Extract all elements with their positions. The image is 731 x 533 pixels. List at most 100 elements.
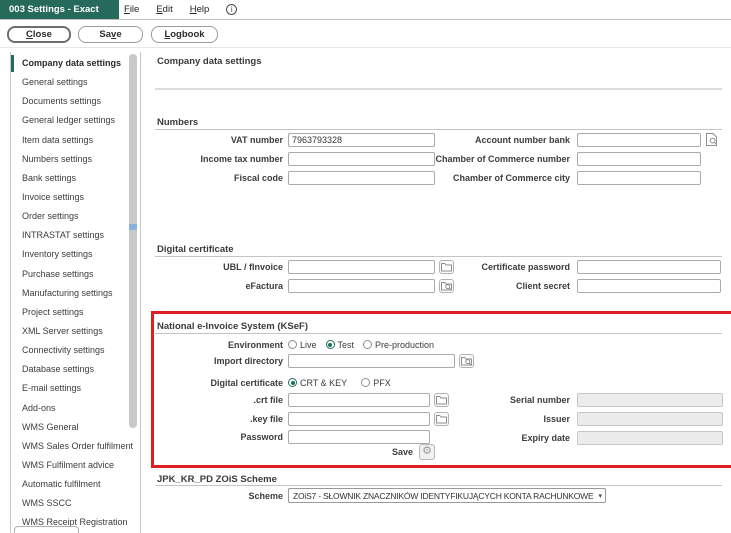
- sidebar-item-numbers-settings[interactable]: Numbers settings: [11, 150, 128, 169]
- environment-row: Environment Live Test Pre-production: [155, 337, 434, 352]
- sidebar-scrollbar[interactable]: [129, 54, 137, 428]
- sidebar-item-company-data-settings[interactable]: Company data settings: [11, 54, 128, 73]
- sidebar-item-database-settings[interactable]: Database settings: [11, 360, 128, 379]
- scheme-select[interactable]: ZOiS7 - SŁOWNIK ZNACZNIKÓW IDENTYFIKUJĄC…: [288, 488, 606, 503]
- scheme-selected-value: ZOiS7 - SŁOWNIK ZNACZNIKÓW IDENTYFIKUJĄC…: [293, 491, 596, 501]
- certificate-type-label: Digital certificate: [155, 378, 283, 388]
- sidebar-item-item-data-settings[interactable]: Item data settings: [11, 131, 128, 150]
- coc-city-input[interactable]: [577, 171, 701, 185]
- radio-environment-pre-production[interactable]: Pre-production: [363, 340, 434, 350]
- client-secret-row: Client secret: [400, 278, 721, 293]
- sidebar-item-wms-sscc[interactable]: WMS SSCC: [11, 494, 128, 513]
- numbers-section-rule: [155, 129, 722, 130]
- save-button[interactable]: Save: [78, 26, 143, 43]
- ksef-password-row: Password: [155, 429, 430, 444]
- menu-file[interactable]: File: [124, 4, 139, 15]
- save-button-pre: Sa: [99, 29, 111, 40]
- radio-label-test: Test: [338, 340, 355, 350]
- digital-certificate-section-rule: [155, 256, 722, 257]
- sidebar-item-wms-fulfilment-advice[interactable]: WMS Fulfilment advice: [11, 456, 128, 475]
- sidebar-item-general-settings[interactable]: General settings: [11, 73, 128, 92]
- radio-environment-live[interactable]: Live: [288, 340, 317, 350]
- expiry-date-label: Expiry date: [400, 433, 570, 443]
- certificate-password-label: Certificate password: [400, 262, 570, 272]
- header-divider: [155, 88, 722, 90]
- ksef-save-button[interactable]: ⚙: [419, 444, 435, 460]
- expiry-date-row: Expiry date: [400, 430, 723, 445]
- income-tax-label: Income tax number: [155, 154, 283, 164]
- digital-certificate-section-title: Digital certificate: [157, 244, 234, 255]
- sidebar-item-general-ledger-settings[interactable]: General ledger settings: [11, 111, 128, 130]
- radio-label-crt-key: CRT & KEY: [300, 378, 347, 388]
- sidebar-list: Company data settings General settings D…: [11, 54, 128, 533]
- expiry-date-input: [577, 431, 723, 445]
- serial-number-input: [577, 393, 723, 407]
- radio-pfx[interactable]: PFX: [361, 378, 391, 388]
- import-directory-folder-search-button[interactable]: [459, 354, 474, 368]
- gear-icon: ⚙: [422, 446, 432, 457]
- sidebar-item-manufacturing-settings[interactable]: Manufacturing settings: [11, 284, 128, 303]
- import-directory-label: Import directory: [155, 356, 283, 366]
- crt-file-label: .crt file: [155, 395, 283, 405]
- menu-help-key: H: [190, 4, 197, 15]
- partial-bottom-control[interactable]: [14, 526, 79, 533]
- sidebar-item-email-settings[interactable]: E-mail settings: [11, 379, 128, 398]
- close-button-key: C: [26, 29, 33, 40]
- radio-circle-test: [326, 340, 335, 349]
- certificate-password-input[interactable]: [577, 260, 721, 274]
- vat-number-row: VAT number: [155, 132, 435, 147]
- sidebar-item-connectivity-settings[interactable]: Connectivity settings: [11, 341, 128, 360]
- menu-file-rest: ile: [130, 4, 140, 15]
- sidebar-item-invoice-settings[interactable]: Invoice settings: [11, 188, 128, 207]
- settings-window: 003 Settings - Exact File Edit Help i Cl…: [0, 0, 731, 533]
- radio-circle-crt-key: [288, 378, 297, 387]
- menu-help[interactable]: Help: [190, 4, 210, 15]
- sidebar-item-automatic-fulfilment[interactable]: Automatic fulfilment: [11, 475, 128, 494]
- radio-label-live: Live: [300, 340, 317, 350]
- menu-bar: File Edit Help i: [124, 0, 237, 19]
- ksef-section-rule: [155, 333, 722, 334]
- logbook-button[interactable]: Logbook: [151, 26, 218, 43]
- radio-crt-key[interactable]: CRT & KEY: [288, 378, 347, 388]
- coc-number-label: Chamber of Commerce number: [400, 154, 570, 164]
- key-file-label: .key file: [155, 414, 283, 424]
- window-title: 003 Settings - Exact: [0, 0, 119, 19]
- toolbar-divider: [0, 47, 731, 48]
- coc-city-label: Chamber of Commerce city: [400, 173, 570, 183]
- import-directory-input[interactable]: [288, 354, 455, 368]
- sidebar-item-project-settings[interactable]: Project settings: [11, 303, 128, 322]
- sidebar-item-wms-general[interactable]: WMS General: [11, 418, 128, 437]
- client-secret-input[interactable]: [577, 279, 721, 293]
- close-button[interactable]: Close: [7, 26, 71, 43]
- jpk-section-title: JPK_KR_PD ZOiS Scheme: [157, 474, 277, 485]
- logbook-button-rest: ogbook: [170, 29, 204, 40]
- scheme-label: Scheme: [155, 491, 283, 501]
- sidebar-item-order-settings[interactable]: Order settings: [11, 207, 128, 226]
- issuer-row: Issuer: [400, 411, 723, 426]
- chevron-down-icon: ▾: [598, 492, 602, 500]
- sidebar-item-add-ons[interactable]: Add-ons: [11, 399, 128, 418]
- sidebar-item-intrastat-settings[interactable]: INTRASTAT settings: [11, 226, 128, 245]
- account-bank-input[interactable]: [577, 133, 701, 147]
- menu-edit[interactable]: Edit: [156, 4, 172, 15]
- ksef-section-title: National e-Invoice System (KSeF): [157, 321, 308, 332]
- sidebar-item-documents-settings[interactable]: Documents settings: [11, 92, 128, 111]
- sidebar-item-bank-settings[interactable]: Bank settings: [11, 169, 128, 188]
- radio-environment-test[interactable]: Test: [326, 340, 355, 350]
- coc-number-input[interactable]: [577, 152, 701, 166]
- sidebar-item-wms-sales-order-fulfilment[interactable]: WMS Sales Order fulfilment: [11, 437, 128, 456]
- environment-label: Environment: [155, 340, 283, 350]
- sidebar-item-inventory-settings[interactable]: Inventory settings: [11, 245, 128, 264]
- sidebar-item-xml-server-settings[interactable]: XML Server settings: [11, 322, 128, 341]
- account-bank-browse-button[interactable]: [705, 133, 718, 146]
- coc-number-row: Chamber of Commerce number: [400, 151, 701, 166]
- ksef-password-label: Password: [155, 432, 283, 442]
- info-icon[interactable]: i: [226, 4, 237, 15]
- save-button-rest: e: [116, 29, 121, 40]
- account-bank-label: Account number bank: [400, 135, 570, 145]
- menu-help-rest: elp: [197, 4, 210, 15]
- account-bank-row: Account number bank: [400, 132, 718, 147]
- radio-label-pfx: PFX: [373, 378, 391, 388]
- sidebar-item-purchase-settings[interactable]: Purchase settings: [11, 265, 128, 284]
- vat-number-label: VAT number: [155, 135, 283, 145]
